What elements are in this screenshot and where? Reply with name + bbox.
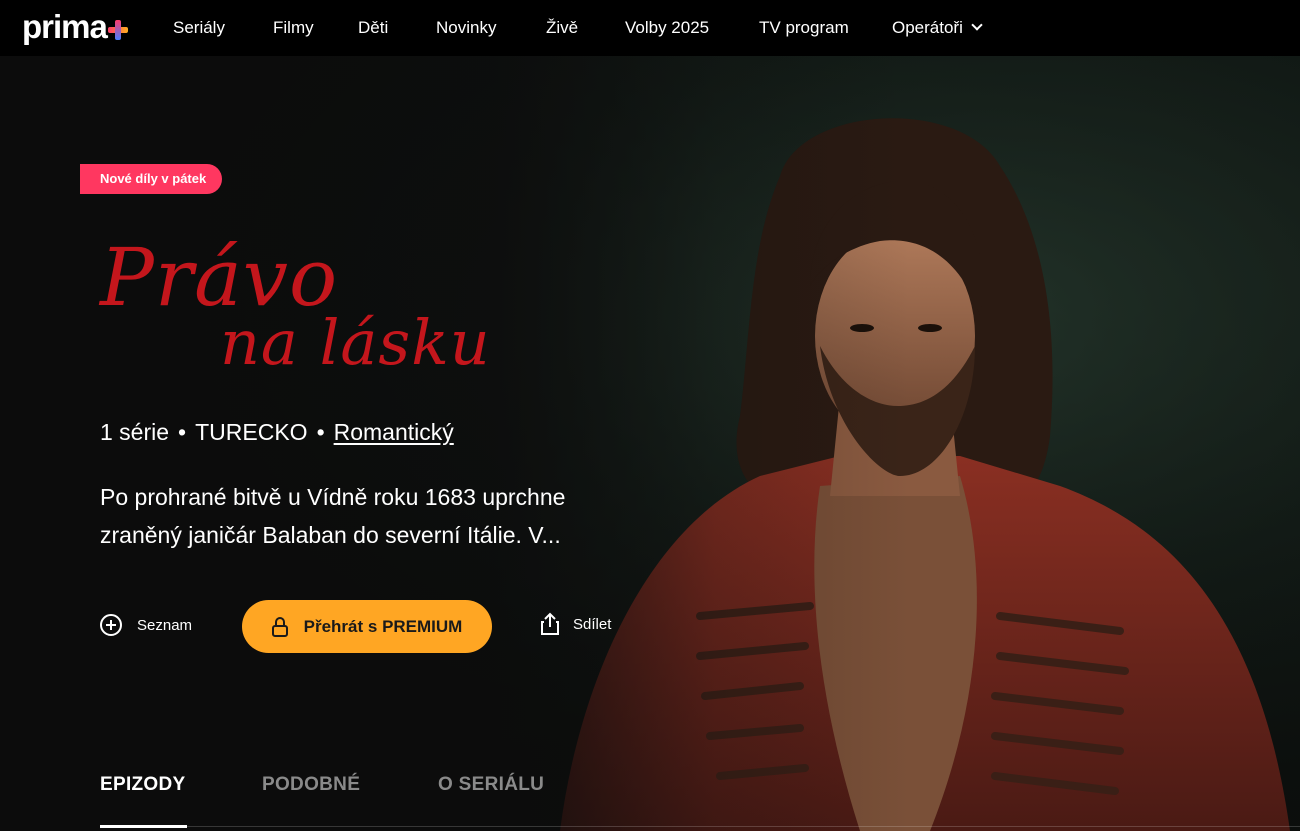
series-count: 1 série: [100, 419, 170, 445]
nav-item-serialy[interactable]: Seriály: [173, 17, 225, 39]
title-line-2: na lásku: [220, 306, 491, 379]
meta-separator: •: [316, 419, 325, 445]
nav-item-zive[interactable]: Živě: [546, 17, 578, 39]
logo-text: prima: [22, 8, 108, 45]
lock-icon: [271, 616, 288, 637]
top-navigation: prima Seriály Filmy Děti Novinky Živě Vo…: [0, 0, 1300, 56]
nav-item-operatori-label: Operátoři: [892, 18, 963, 37]
nav-item-novinky[interactable]: Novinky: [436, 17, 496, 39]
play-premium-button[interactable]: Přehrát s PREMIUM: [242, 600, 492, 653]
show-metadata: 1 série • TURECKO • Romantický: [100, 418, 454, 446]
logo-plus-icon: [107, 20, 128, 40]
active-tab-indicator: [100, 825, 187, 828]
share-icon: [541, 612, 559, 635]
nav-item-deti[interactable]: Děti: [358, 17, 388, 39]
prima-plus-logo[interactable]: prima: [22, 8, 128, 45]
meta-separator: •: [178, 419, 187, 445]
genre-link[interactable]: Romantický: [334, 419, 454, 445]
country: TURECKO: [195, 419, 308, 445]
play-premium-label: Přehrát s PREMIUM: [303, 616, 463, 636]
nav-item-filmy[interactable]: Filmy: [273, 17, 314, 39]
chevron-down-icon: [971, 19, 983, 31]
show-description: Po prohrané bitvě u Vídně roku 1683 uprc…: [100, 484, 566, 548]
nav-item-operatori[interactable]: Operátoři: [892, 17, 983, 39]
plus-circle-icon: [100, 614, 122, 636]
tab-podobne[interactable]: PODOBNÉ: [262, 774, 360, 796]
tabs-divider: [100, 826, 1300, 827]
tab-epizody[interactable]: EPIZODY: [100, 774, 186, 796]
show-title-logo: Právo na lásku: [98, 226, 528, 396]
tab-o-serialu[interactable]: O SERIÁLU: [438, 774, 544, 796]
hero-banner: Nové díly v pátek Právo na lásku 1 série…: [0, 56, 1300, 831]
nav-item-volby-2025[interactable]: Volby 2025: [625, 17, 709, 39]
add-to-list-label: Seznam: [137, 616, 193, 634]
new-episodes-badge: Nové díly v pátek: [80, 164, 223, 194]
share-button[interactable]: Sdílet: [539, 612, 611, 636]
nav-item-tv-program[interactable]: TV program: [759, 17, 849, 39]
add-to-list-button[interactable]: Seznam: [100, 614, 192, 636]
share-label: Sdílet: [573, 615, 612, 633]
hero-actions: Seznam Přehrát s PREMIUM Sdílet: [100, 600, 640, 653]
content-tabs: EPIZODY PODOBNÉ O SERIÁLU: [100, 772, 1300, 831]
